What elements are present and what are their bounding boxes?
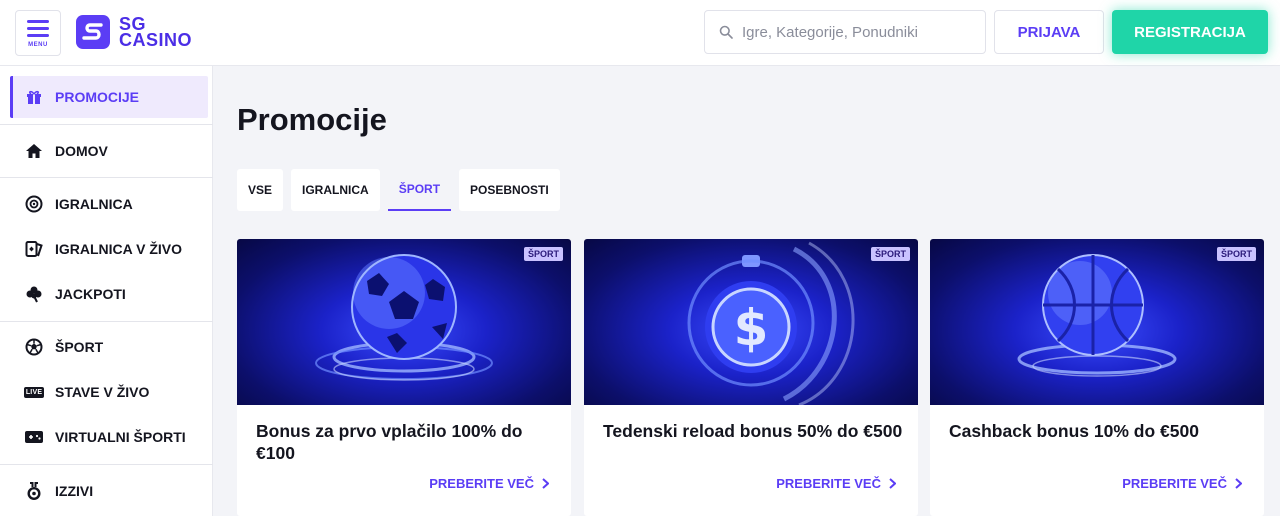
sidebar-item-label: IZZIVI: [55, 483, 94, 499]
menu-button[interactable]: MENU: [15, 10, 61, 56]
tab-sport[interactable]: ŠPORT: [387, 169, 452, 211]
read-more-label: PREBERITE VEČ: [776, 476, 881, 491]
sidebar-item-label: IGRALNICA V ŽIVO: [55, 241, 183, 257]
read-more-link[interactable]: PREBERITE VEČ: [1122, 476, 1242, 491]
menu-label: MENU: [28, 42, 48, 48]
sidebar-item-promocije[interactable]: PROMOCIJE: [10, 76, 208, 118]
live-icon: LIVE: [23, 382, 45, 402]
sidebar: PROMOCIJE DOMOV IGRALNICA IGRALNICA V ŽI…: [0, 66, 213, 516]
sidebar-item-label: DOMOV: [55, 143, 108, 159]
sidebar-item-label: VIRTUALNI ŠPORTI: [55, 429, 186, 445]
search-box[interactable]: [704, 10, 986, 54]
casino-chip-icon: [24, 194, 44, 214]
read-more-label: PREBERITE VEČ: [1122, 476, 1227, 491]
clover-icon: [24, 284, 44, 304]
sidebar-item-stave-v-zivo[interactable]: LIVE STAVE V ŽIVO: [10, 371, 208, 413]
sidebar-item-label: PROMOCIJE: [55, 89, 140, 105]
page-title: Promocije: [237, 102, 387, 137]
sidebar-item-igralnica[interactable]: IGRALNICA: [10, 183, 208, 225]
chevron-right-icon: [542, 478, 549, 489]
logo-line2: CASINO: [119, 30, 193, 50]
svg-text:$: $: [734, 299, 769, 357]
sidebar-item-igralnica-v-zivo[interactable]: IGRALNICA V ŽIVO: [10, 228, 208, 270]
register-button[interactable]: REGISTRACIJA: [1112, 10, 1268, 54]
divider: [0, 321, 213, 322]
promo-card[interactable]: ŠPORT Bonus za prvo vplačilo 100% do €10…: [237, 239, 571, 516]
soccer-ball-icon: [24, 337, 44, 357]
divider: [0, 177, 213, 178]
medal-icon: [24, 481, 44, 501]
search-input[interactable]: [742, 23, 972, 41]
login-button[interactable]: PRIJAVA: [994, 10, 1104, 54]
live-icon-text: LIVE: [23, 386, 45, 398]
logo-icon: [76, 15, 110, 49]
promo-title: Tedenski reload bonus 50% do €500: [603, 421, 903, 441]
read-more-link[interactable]: PREBERITE VEČ: [776, 476, 896, 491]
divider: [0, 464, 213, 465]
search-icon: [719, 25, 733, 39]
tab-vse[interactable]: VSE: [237, 169, 284, 211]
promo-card[interactable]: $ ŠPORT Tedenski reload bonus 50% do €50…: [584, 239, 918, 516]
sidebar-item-domov[interactable]: DOMOV: [10, 130, 208, 172]
hamburger-bar: [27, 34, 49, 37]
chevron-right-icon: [889, 478, 896, 489]
promo-card[interactable]: ŠPORT Cashback bonus 10% do €500 PREBERI…: [930, 239, 1264, 516]
sg-casino-logo[interactable]: SG CASINO: [76, 14, 192, 50]
sidebar-item-label: ŠPORT: [55, 339, 104, 355]
hamburger-bar: [27, 27, 49, 30]
sidebar-item-label: STAVE V ŽIVO: [55, 384, 150, 400]
promo-image-soccer-ball[interactable]: ŠPORT: [237, 239, 571, 405]
gamepad-icon: [24, 427, 44, 447]
sidebar-item-izzivi[interactable]: IZZIVI: [10, 470, 208, 512]
category-badge: ŠPORT: [1216, 247, 1256, 261]
home-icon: [24, 141, 44, 161]
promo-tabs: VSE IGRALNICA ŠPORT POSEBNOSTI: [237, 169, 568, 211]
logo-text: SG CASINO: [119, 15, 193, 50]
cards-icon: [24, 239, 44, 259]
divider: [0, 124, 213, 125]
chevron-right-icon: [1235, 478, 1242, 489]
promo-title: Cashback bonus 10% do €500: [949, 421, 1199, 441]
sidebar-item-label: JACKPOTI: [55, 286, 126, 302]
promo-title: Bonus za prvo vplačilo 100% do €100: [256, 421, 523, 463]
category-badge: ŠPORT: [523, 247, 563, 261]
top-header: MENU SG CASINO PRIJAVA REGISTRACIJA: [0, 0, 1280, 66]
sidebar-item-virtualni-sporti[interactable]: VIRTUALNI ŠPORTI: [10, 416, 208, 458]
sidebar-item-label: IGRALNICA: [55, 196, 133, 212]
sidebar-item-jackpoti[interactable]: JACKPOTI: [10, 273, 208, 315]
tab-igralnica[interactable]: IGRALNICA: [291, 169, 380, 211]
promo-image-basketball[interactable]: ŠPORT: [930, 239, 1264, 405]
read-more-link[interactable]: PREBERITE VEČ: [429, 476, 549, 491]
gift-icon: [24, 87, 44, 107]
hamburger-icon: [27, 20, 49, 23]
promo-image-dollar-stopwatch[interactable]: $ ŠPORT: [584, 239, 918, 405]
category-badge: ŠPORT: [870, 247, 910, 261]
tab-posebnosti[interactable]: POSEBNOSTI: [459, 169, 560, 211]
sidebar-item-sport[interactable]: ŠPORT: [10, 326, 208, 368]
read-more-label: PREBERITE VEČ: [429, 476, 534, 491]
